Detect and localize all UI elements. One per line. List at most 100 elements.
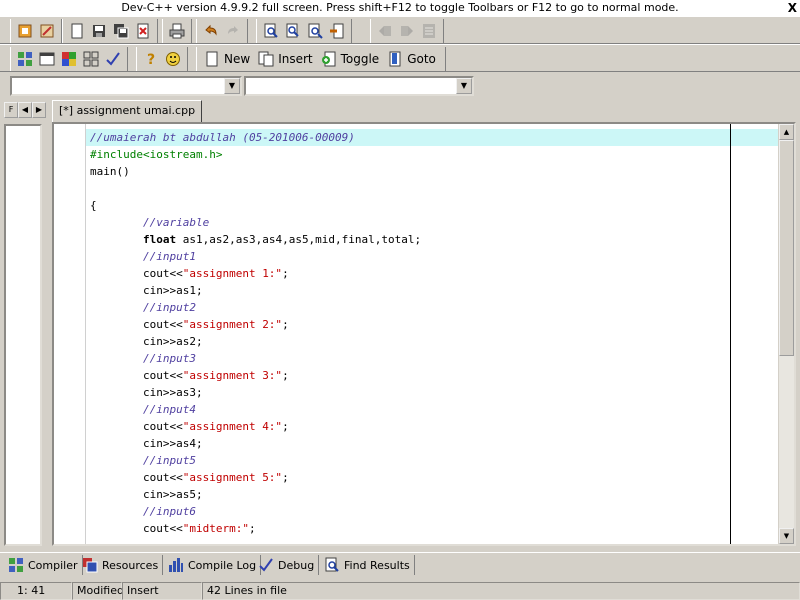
goto-bookmark-button[interactable]: Goto [383, 48, 440, 70]
project-icon [18, 24, 32, 38]
debug-button[interactable] [102, 48, 124, 70]
vertical-scrollbar[interactable]: ▲ ▼ [778, 124, 794, 544]
code-line[interactable]: cout<<"assignment 2:"; [86, 316, 778, 333]
report-tabs: Compiler Resources Compile Log Debug Fin… [0, 552, 800, 576]
code-line[interactable]: cin>>as1; [86, 282, 778, 299]
tab-find-results-label: Find Results [344, 558, 410, 572]
code-line[interactable]: //input2 [86, 299, 778, 316]
code-line[interactable]: main() [86, 163, 778, 180]
code-line[interactable]: cin>>as3; [86, 384, 778, 401]
goto-line-button[interactable] [326, 20, 348, 42]
print-button[interactable] [166, 20, 188, 42]
back-button[interactable] [374, 20, 396, 42]
project-toolbar-group [10, 19, 62, 43]
scroll-up-icon[interactable]: ▲ [779, 124, 794, 140]
redo-button[interactable] [222, 20, 244, 42]
code-line[interactable]: cin>>as5; [86, 486, 778, 503]
compile-run-button[interactable] [58, 48, 80, 70]
tab-find-results[interactable]: Find Results [320, 555, 415, 575]
rebuild-all-button[interactable] [80, 48, 102, 70]
print-toolbar-group [162, 19, 192, 43]
code-line[interactable]: //input1 [86, 248, 778, 265]
code-line[interactable]: { [86, 197, 778, 214]
about-button[interactable] [162, 48, 184, 70]
find-next-button[interactable] [304, 20, 326, 42]
class-combo-bar: ▼ ▼ [0, 72, 800, 100]
save-all-button[interactable] [110, 20, 132, 42]
open-project-icon [40, 24, 54, 38]
forward-button[interactable] [396, 20, 418, 42]
list-icon [423, 24, 435, 38]
line-count-status: 42 Lines in file [202, 582, 800, 600]
tab-compile-log[interactable]: Compile Log [164, 555, 262, 575]
code-line[interactable]: float as1,as2,as3,as4,as5,mid,final,tota… [86, 231, 778, 248]
code-line[interactable]: cin>>as2; [86, 333, 778, 350]
run-button[interactable] [36, 48, 58, 70]
code-line[interactable]: //input5 [86, 452, 778, 469]
tab-assignment-umai[interactable]: [*] assignment umai.cpp [52, 100, 203, 122]
compile-button[interactable] [14, 48, 36, 70]
scroll-down-icon[interactable]: ▼ [779, 528, 794, 544]
tab-compiler[interactable]: Compiler [4, 555, 83, 575]
panel-tab-first[interactable]: F [4, 102, 18, 118]
insert-button[interactable] [418, 20, 440, 42]
title-bar: Dev-C++ version 4.9.9.2 full screen. Pre… [0, 0, 800, 16]
save-button[interactable] [88, 20, 110, 42]
member-select[interactable]: ▼ [244, 76, 474, 96]
smiley-icon [166, 52, 180, 66]
insert-icon [258, 51, 274, 67]
code-line[interactable]: //variable [86, 214, 778, 231]
replace-button[interactable] [282, 20, 304, 42]
bookmark-toolbar-group: New Insert Toggle Goto [196, 47, 446, 71]
code-line[interactable]: #include<iostream.h> [86, 146, 778, 163]
project-tree[interactable] [4, 124, 42, 546]
open-project-button[interactable] [36, 20, 58, 42]
code-line[interactable]: cout<<"assignment 4:"; [86, 418, 778, 435]
class-select[interactable]: ▼ [10, 76, 242, 96]
tab-debug-label: Debug [278, 558, 315, 572]
tab-resources-label: Resources [102, 558, 159, 572]
tab-debug[interactable]: Debug [254, 555, 320, 575]
scroll-thumb[interactable] [779, 140, 794, 356]
class-toolbar-group [370, 19, 444, 43]
code-line[interactable]: cout<<"assignment 5:"; [86, 469, 778, 486]
toggle-bookmark-button[interactable]: Toggle [317, 48, 384, 70]
new-file-button[interactable] [66, 20, 88, 42]
code-line[interactable]: cin>>mid; [86, 537, 778, 541]
printer-icon [169, 23, 185, 39]
code-line[interactable]: //input4 [86, 401, 778, 418]
help-button[interactable]: ? [140, 48, 162, 70]
help-toolbar-group: ? [136, 47, 188, 71]
new-project-button[interactable] [14, 20, 36, 42]
redo-icon [228, 26, 238, 34]
code-line[interactable]: cout<<"assignment 1:"; [86, 265, 778, 282]
chevron-right-icon[interactable]: ▶ [32, 102, 46, 118]
goto-line-icon [330, 23, 344, 39]
new-button[interactable]: New [200, 48, 254, 70]
chevron-down-icon[interactable]: ▼ [224, 78, 240, 94]
code-line[interactable]: //input3 [86, 350, 778, 367]
insert-snippet-button[interactable]: Insert [254, 48, 316, 70]
code-line[interactable]: //umaierah bt abdullah (05-201006-00009) [86, 129, 778, 146]
code-line[interactable]: cin>>as4; [86, 435, 778, 452]
replace-icon [286, 23, 299, 38]
question-icon: ? [147, 52, 155, 67]
code-line[interactable] [86, 180, 778, 197]
code-line[interactable]: //input6 [86, 503, 778, 520]
close-button[interactable]: X [788, 0, 797, 16]
tab-resources[interactable]: Resources [78, 555, 164, 575]
find-next-icon [308, 23, 323, 39]
chevron-down-icon[interactable]: ▼ [456, 78, 472, 94]
project-panel: F ◀ ▶ [4, 102, 46, 546]
code-line[interactable]: cout<<"assignment 3:"; [86, 367, 778, 384]
undo-icon [205, 24, 217, 36]
undo-button[interactable] [200, 20, 222, 42]
code-editor[interactable]: //umaierah bt abdullah (05-201006-00009)… [52, 122, 796, 546]
chevron-left-icon[interactable]: ◀ [18, 102, 32, 118]
find-button[interactable] [260, 20, 282, 42]
code-text[interactable]: //umaierah bt abdullah (05-201006-00009)… [86, 129, 778, 541]
resources-icon [83, 558, 98, 573]
new-file-icon [206, 51, 218, 67]
close-file-button[interactable] [132, 20, 154, 42]
code-line[interactable]: cout<<"midterm:"; [86, 520, 778, 537]
